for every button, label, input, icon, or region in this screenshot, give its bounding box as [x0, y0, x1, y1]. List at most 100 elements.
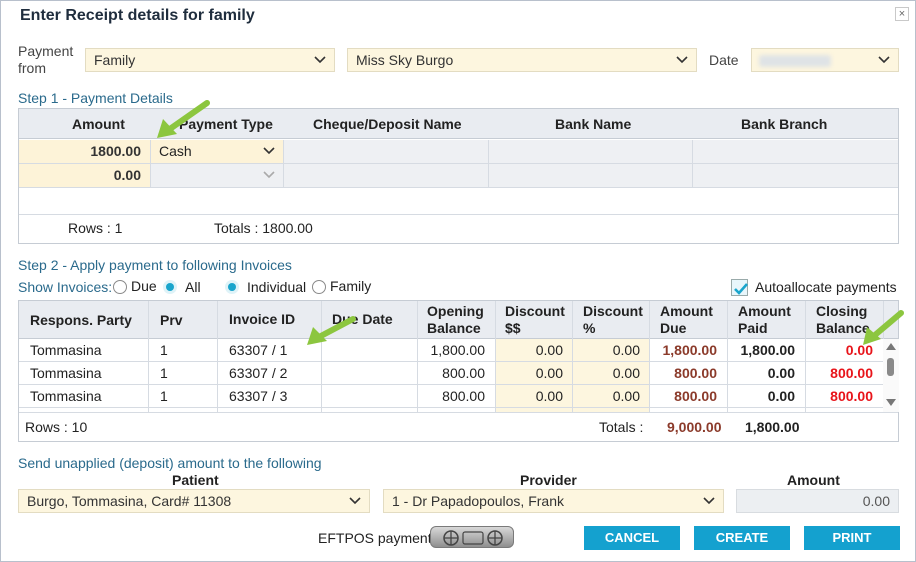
- eftpos-icon[interactable]: [430, 526, 514, 548]
- bank-branch-cell[interactable]: [693, 140, 898, 164]
- radio-individual[interactable]: [225, 280, 239, 294]
- show-invoices-label: Show Invoices:: [18, 279, 113, 295]
- radio-family[interactable]: [312, 280, 326, 294]
- invoice-grid-footer-line: [19, 412, 898, 413]
- cancel-button[interactable]: CANCEL: [584, 526, 680, 550]
- chevron-down-icon: [878, 50, 890, 70]
- cell-discount-dollar[interactable]: 0.00: [495, 365, 563, 381]
- header-provider: Prv: [160, 312, 183, 328]
- cell-amount-due: 1,800.00: [662, 342, 718, 358]
- deposit-amount-input[interactable]: 0.00: [736, 489, 899, 513]
- header-bank-name: Bank Name: [555, 116, 632, 132]
- header-amount-paid-1: Amount: [738, 303, 791, 319]
- autoallocate-checkbox[interactable]: [731, 279, 748, 296]
- cell-party: Tommasina: [30, 365, 102, 381]
- header-amount: Amount: [72, 116, 125, 132]
- provider-label: Provider: [520, 472, 577, 488]
- payment-type-select[interactable]: Cash: [151, 140, 284, 164]
- provider-value: 1 - Dr Papadopoulos, Frank: [392, 493, 564, 509]
- payment-from-person-select[interactable]: Miss Sky Burgo: [347, 48, 697, 72]
- chevron-down-icon: [703, 491, 715, 511]
- payment-rows-count: Rows : 1: [68, 220, 123, 236]
- header-discount-pct-2: %: [583, 320, 596, 336]
- cheque-name-cell-2[interactable]: [284, 164, 489, 188]
- radio-due[interactable]: [113, 280, 127, 294]
- header-amount-paid-2: Paid: [738, 320, 768, 336]
- cell-party: Tommasina: [30, 388, 102, 404]
- radio-all[interactable]: [163, 280, 177, 294]
- patient-select[interactable]: Burgo, Tommasina, Card# 11308: [18, 489, 370, 513]
- header-cheque-deposit-name: Cheque/Deposit Name: [313, 116, 462, 132]
- radio-all-label: All: [185, 279, 201, 295]
- cell-amount-due: 800.00: [674, 365, 717, 381]
- table-row[interactable]: Tommasina 1 63307 / 3 800.00 0.00 0.00 8…: [19, 385, 883, 408]
- payment-amount-input[interactable]: 1800.00: [19, 140, 151, 164]
- invoice-totals-due: 9,000.00: [667, 419, 722, 435]
- payment-type-select-2[interactable]: [151, 164, 284, 188]
- table-row[interactable]: Tommasina 1 63307 / 1 1,800.00 0.00 0.00…: [19, 339, 883, 362]
- header-discount-pct-1: Discount: [583, 303, 643, 319]
- date-label: Date: [709, 52, 739, 68]
- cell-amount-paid[interactable]: 0.00: [727, 388, 795, 404]
- eftpos-label: EFTPOS payment: [318, 530, 432, 546]
- cell-amount-paid[interactable]: 1,800.00: [727, 342, 796, 358]
- header-opening-1: Opening: [427, 303, 484, 319]
- invoice-totals-paid: 1,800.00: [745, 419, 800, 435]
- close-icon[interactable]: ×: [895, 7, 909, 21]
- scroll-down-icon[interactable]: [886, 399, 896, 406]
- cell-opening: 800.00: [442, 388, 485, 404]
- cell-amount-due: 800.00: [674, 388, 717, 404]
- header-discount-dollar-2: $$: [505, 320, 521, 336]
- provider-select[interactable]: 1 - Dr Papadopoulos, Frank: [383, 489, 724, 513]
- header-amount-due-2: Due: [660, 320, 687, 336]
- cell-prv: 1: [160, 365, 168, 381]
- scroll-thumb[interactable]: [887, 358, 894, 376]
- chevron-down-icon: [676, 50, 688, 70]
- cheque-name-cell[interactable]: [284, 140, 489, 164]
- payment-from-person-value: Miss Sky Burgo: [356, 52, 454, 68]
- cell-closing-balance: 800.00: [830, 365, 873, 381]
- patient-label: Patient: [172, 472, 219, 488]
- table-row[interactable]: Tommasina 1 63307 / 2 800.00 0.00 0.00 8…: [19, 362, 883, 385]
- annotation-arrow-icon: [863, 310, 904, 345]
- annotation-arrow-icon: [307, 316, 356, 345]
- payment-from-type-select[interactable]: Family: [85, 48, 335, 72]
- invoice-totals-label: Totals :: [599, 419, 644, 435]
- deposit-title: Send unapplied (deposit) amount to the f…: [18, 455, 322, 471]
- payment-totals: Totals : 1800.00: [214, 220, 313, 236]
- bank-branch-cell-2[interactable]: [693, 164, 898, 188]
- cell-amount-paid[interactable]: 0.00: [727, 365, 795, 381]
- header-opening-2: Balance: [427, 320, 481, 336]
- header-responsible-party: Respons. Party: [30, 312, 132, 328]
- cell-discount-pct[interactable]: 0.00: [572, 365, 640, 381]
- cell-discount-pct[interactable]: 0.00: [572, 342, 640, 358]
- date-redaction: [759, 55, 831, 67]
- amount-label: Amount: [787, 472, 840, 488]
- invoice-rows-count: Rows : 10: [25, 419, 88, 435]
- payment-type-value: Cash: [159, 143, 192, 159]
- cell-discount-dollar[interactable]: 0.00: [495, 342, 563, 358]
- payment-from-label-1: Payment: [18, 43, 74, 59]
- step1-title: Step 1 - Payment Details: [18, 90, 173, 106]
- chevron-down-icon: [349, 491, 361, 511]
- bank-name-cell[interactable]: [489, 140, 693, 164]
- radio-family-label: Family: [330, 278, 372, 294]
- cell-opening: 1,800.00: [430, 342, 486, 358]
- radio-due-label: Due: [131, 278, 157, 294]
- cell-discount-pct[interactable]: 0.00: [572, 388, 640, 404]
- receipt-dialog: Enter Receipt details for family × Payme…: [0, 0, 916, 562]
- step2-title: Step 2 - Apply payment to following Invo…: [18, 257, 292, 273]
- header-amount-due-1: Amount: [660, 303, 713, 319]
- payment-amount-input-2[interactable]: 0.00: [19, 164, 151, 188]
- cell-invoice-id: 63307 / 3: [229, 388, 288, 404]
- cell-discount-dollar[interactable]: 0.00: [495, 388, 563, 404]
- cell-opening: 800.00: [442, 365, 485, 381]
- create-button[interactable]: CREATE: [694, 526, 790, 550]
- print-button[interactable]: PRINT: [804, 526, 900, 550]
- header-discount-dollar-1: Discount: [505, 303, 565, 319]
- bank-name-cell-2[interactable]: [489, 164, 693, 188]
- header-invoice-id: Invoice ID: [229, 311, 296, 327]
- annotation-arrow-icon: [157, 100, 210, 138]
- invoices-grid: Respons. Party Prv Invoice ID Due Date O…: [18, 300, 899, 442]
- payment-grid-footer-line: [19, 214, 898, 215]
